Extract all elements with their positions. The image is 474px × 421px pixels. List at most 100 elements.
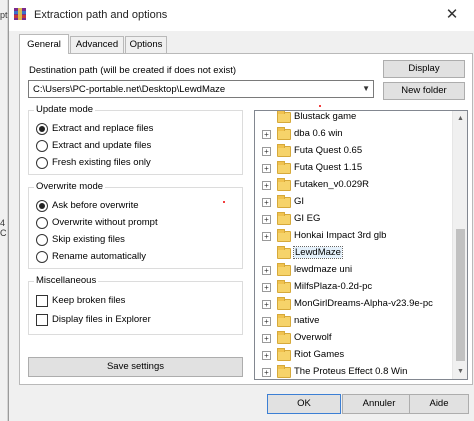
cancel-button[interactable]: Annuler (342, 394, 416, 414)
folder-tree-item[interactable]: + Futa Quest 0.65 (255, 143, 453, 160)
expand-plus-icon[interactable]: + (262, 283, 271, 292)
tab-options[interactable]: Options (125, 36, 167, 53)
radio-button[interactable] (36, 251, 48, 263)
expand-plus-icon[interactable]: + (262, 198, 271, 207)
folder-tree[interactable]: Blustack game + dba 0.6 win + Futa Quest 0.6… (254, 110, 468, 380)
expand-plus-icon[interactable]: + (262, 130, 271, 139)
expand-plus-icon[interactable]: + (262, 215, 271, 224)
folder-icon (277, 127, 291, 140)
folder-name: Futa Quest 1.15 (294, 162, 363, 173)
expand-plus-icon[interactable]: + (262, 147, 271, 156)
folder-tree-item[interactable]: + Futaken_v0.029R (255, 177, 453, 194)
folder-icon (277, 331, 291, 344)
folder-name: GI EG (294, 213, 321, 224)
folder-icon (277, 229, 291, 242)
radio-button[interactable] (36, 217, 48, 229)
folder-tree-item[interactable]: Blustack game (255, 111, 453, 126)
expand-plus-icon[interactable]: + (262, 334, 271, 343)
expand-plus-icon[interactable]: + (262, 300, 271, 309)
folder-icon (277, 280, 291, 293)
chevron-down-icon[interactable]: ▼ (362, 84, 370, 93)
folder-tree-item[interactable]: LewdMaze (255, 245, 453, 262)
folder-icon (277, 212, 291, 225)
expand-plus-icon[interactable]: + (262, 164, 271, 173)
folder-name: MilfsPlaza-0.2d-pc (294, 281, 373, 292)
folder-icon (277, 263, 291, 276)
folder-icon (277, 314, 291, 327)
folder-tree-item[interactable]: + GI EG (255, 211, 453, 228)
folder-icon (277, 111, 291, 123)
folder-icon (277, 144, 291, 157)
radio-button[interactable] (36, 140, 48, 152)
folder-icon (277, 161, 291, 174)
folder-icon (277, 365, 291, 378)
scroll-down-arrow-icon[interactable]: ▼ (453, 364, 467, 379)
folder-tree-item[interactable]: + MilfsPlaza-0.2d-pc (255, 279, 453, 296)
tab-advanced[interactable]: Advanced (70, 36, 124, 53)
option-label: Overwrite without prompt (52, 217, 158, 228)
close-icon[interactable]: ✕ (443, 6, 461, 24)
checkbox[interactable] (36, 295, 48, 307)
folder-icon (277, 178, 291, 191)
folder-tree-item[interactable]: + MonGirlDreams-Alpha-v23.9e-pc (255, 296, 453, 313)
miscellaneous-title: Miscellaneous (34, 275, 99, 286)
destination-path-label: Destination path (will be created if doe… (29, 65, 236, 76)
expand-plus-icon[interactable]: + (262, 317, 271, 326)
save-settings-button[interactable]: Save settings (28, 357, 243, 377)
folder-name: The Proteus Effect 0.8 Win (294, 366, 408, 377)
destination-path-combobox[interactable]: C:\Users\PC-portable.net\Desktop\LewdMaz… (28, 80, 374, 98)
help-button[interactable]: Aide (409, 394, 469, 414)
folder-tree-item[interactable]: + Riot Games (255, 347, 453, 364)
expand-plus-icon[interactable]: + (262, 181, 271, 190)
winrar-app-icon (14, 8, 26, 20)
folder-tree-item[interactable]: + The Proteus Effect 0.8 Win (255, 364, 453, 379)
tab-general[interactable]: General (19, 34, 69, 54)
folder-tree-item[interactable]: + lewdmaze uni (255, 262, 453, 279)
folder-icon (277, 195, 291, 208)
folder-tree-item[interactable]: + native (255, 313, 453, 330)
update-mode-group: Update mode Extract and replace files Ex… (28, 104, 243, 175)
extraction-dialog: Extraction path and options ✕ General Ad… (8, 0, 474, 421)
folder-tree-item[interactable]: + Honkai Impact 3rd glb (255, 228, 453, 245)
folder-icon (277, 297, 291, 310)
folder-name: Overwolf (294, 332, 332, 343)
option-label: Keep broken files (52, 295, 126, 306)
folder-tree-item[interactable]: + GI (255, 194, 453, 211)
expand-plus-icon[interactable]: + (262, 232, 271, 241)
red-dot-mark (223, 201, 225, 203)
folder-name: MonGirlDreams-Alpha-v23.9e-pc (294, 298, 433, 309)
folder-tree-item[interactable]: + Futa Quest 1.15 (255, 160, 453, 177)
folder-name: Futa Quest 0.65 (294, 145, 363, 156)
folder-name: lewdmaze uni (294, 264, 353, 275)
expand-plus-icon[interactable]: + (262, 351, 271, 360)
folder-name: Honkai Impact 3rd glb (294, 230, 387, 241)
display-button[interactable]: Display (383, 60, 465, 78)
option-label: Skip existing files (52, 234, 125, 245)
folder-tree-item[interactable]: + dba 0.6 win (255, 126, 453, 143)
folder-tree-scrollbar[interactable]: ▲ ▼ (452, 111, 467, 379)
radio-button[interactable] (36, 200, 48, 212)
option-label: Fresh existing files only (52, 157, 151, 168)
folder-name: dba 0.6 win (294, 128, 343, 139)
folder-name: Riot Games (294, 349, 345, 360)
radio-button[interactable] (36, 123, 48, 135)
new-folder-button[interactable]: New folder (383, 82, 465, 100)
scrollbar-thumb[interactable] (456, 229, 465, 361)
folder-name: native (294, 315, 320, 326)
background-window-strip: pti 4 C (0, 0, 10, 421)
folder-tree-item[interactable]: + Overwolf (255, 330, 453, 347)
checkbox[interactable] (36, 314, 48, 326)
background-text-fragment: 4 C (0, 218, 7, 238)
title-bar: Extraction path and options ✕ (9, 0, 474, 31)
destination-path-value: C:\Users\PC-portable.net\Desktop\LewdMaz… (33, 84, 226, 95)
option-label: Rename automatically (52, 251, 146, 262)
scroll-up-arrow-icon[interactable]: ▲ (453, 111, 467, 126)
radio-button[interactable] (36, 234, 48, 246)
folder-icon (277, 348, 291, 361)
radio-button[interactable] (36, 157, 48, 169)
overwrite-mode-group: Overwrite mode Ask before overwrite Over… (28, 181, 243, 269)
ok-button[interactable]: OK (267, 394, 341, 414)
overwrite-mode-title: Overwrite mode (34, 181, 106, 192)
expand-plus-icon[interactable]: + (262, 266, 271, 275)
expand-plus-icon[interactable]: + (262, 368, 271, 377)
